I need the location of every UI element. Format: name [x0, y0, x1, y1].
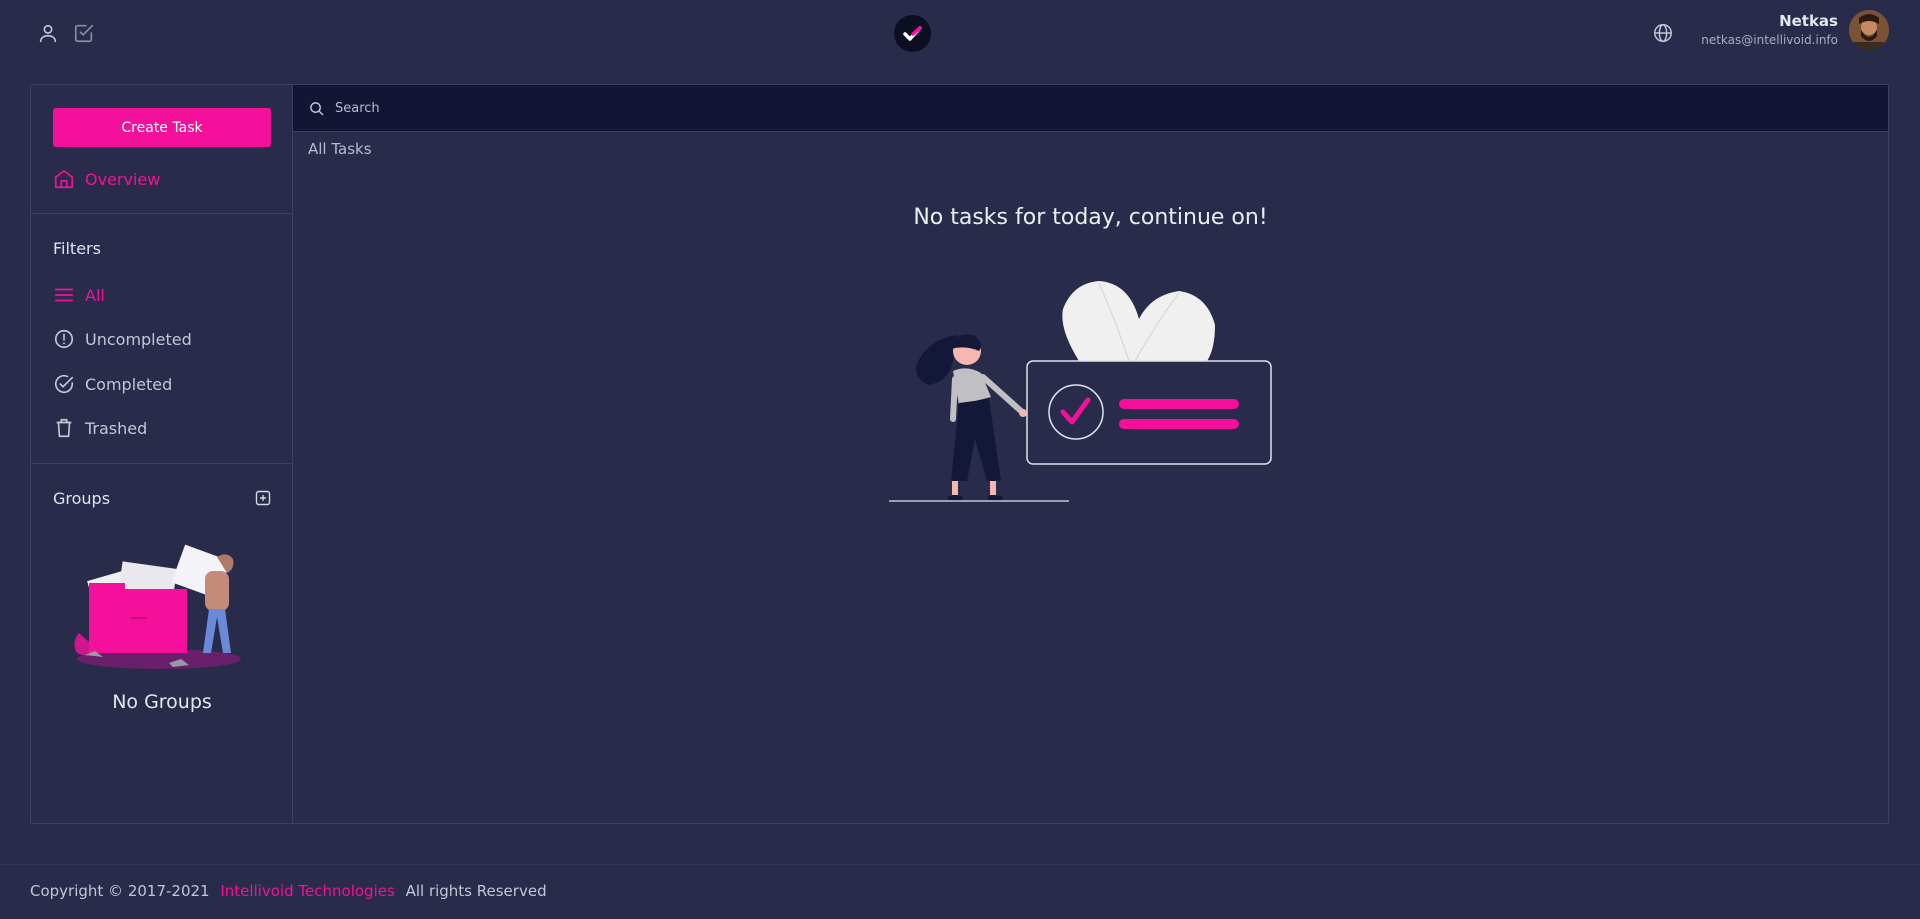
- search-input[interactable]: [335, 93, 1835, 123]
- brand-logo[interactable]: [894, 15, 931, 52]
- filter-label: Uncompleted: [85, 329, 192, 349]
- trash-icon: [53, 417, 75, 439]
- filter-label: Completed: [85, 374, 173, 394]
- sidebar-item-label: Overview: [85, 169, 161, 189]
- divider: [31, 463, 292, 464]
- check-circle-icon: [53, 373, 75, 395]
- no-groups-illustration: [69, 543, 259, 673]
- copyright-text: Copyright © 2017-2021: [30, 882, 210, 900]
- filter-completed[interactable]: Completed: [53, 373, 172, 395]
- user-info: Netkas netkas@intellivoid.info: [1701, 11, 1838, 49]
- groups-title: Groups: [53, 489, 111, 508]
- empty-state-illustration: [889, 269, 1289, 529]
- filter-trashed[interactable]: Trashed: [53, 417, 147, 439]
- main-panel: Create Task Overview Filters All Uncompl…: [30, 84, 1889, 824]
- user-icon[interactable]: [37, 22, 59, 44]
- section-label: All Tasks: [308, 140, 372, 158]
- avatar[interactable]: [1849, 10, 1889, 50]
- empty-state-message: No tasks for today, continue on!: [913, 205, 1268, 230]
- divider: [31, 213, 292, 214]
- search-bar: [293, 85, 1888, 132]
- search-icon: [309, 101, 324, 116]
- add-group-icon[interactable]: [255, 490, 271, 506]
- sidebar: Create Task Overview Filters All Uncompl…: [31, 85, 293, 823]
- rights-text: All rights Reserved: [405, 882, 547, 900]
- user-name: Netkas: [1779, 12, 1838, 30]
- create-task-button[interactable]: Create Task: [53, 108, 271, 147]
- filters-title: Filters: [53, 239, 101, 258]
- globe-icon[interactable]: [1652, 22, 1674, 44]
- filter-label: All: [85, 285, 105, 305]
- home-icon: [53, 168, 75, 190]
- tasks-icon[interactable]: [73, 22, 95, 44]
- sidebar-item-overview[interactable]: Overview: [53, 168, 160, 190]
- filter-all[interactable]: All: [53, 284, 105, 306]
- top-bar: Netkas netkas@intellivoid.info: [0, 0, 1920, 68]
- company-link[interactable]: Intellivoid Technologies: [220, 882, 394, 900]
- footer-divider: [0, 864, 1920, 865]
- content-area: All Tasks No tasks for today, continue o…: [293, 85, 1888, 823]
- footer: Copyright © 2017-2021 Intellivoid Techno…: [30, 882, 547, 900]
- user-email: netkas@intellivoid.info: [1701, 33, 1838, 47]
- filter-label: Trashed: [85, 418, 148, 438]
- alert-circle-icon: [53, 328, 75, 350]
- no-groups-text: No Groups: [112, 691, 212, 713]
- menu-lines-icon: [53, 284, 75, 306]
- filter-uncompleted[interactable]: Uncompleted: [53, 328, 192, 350]
